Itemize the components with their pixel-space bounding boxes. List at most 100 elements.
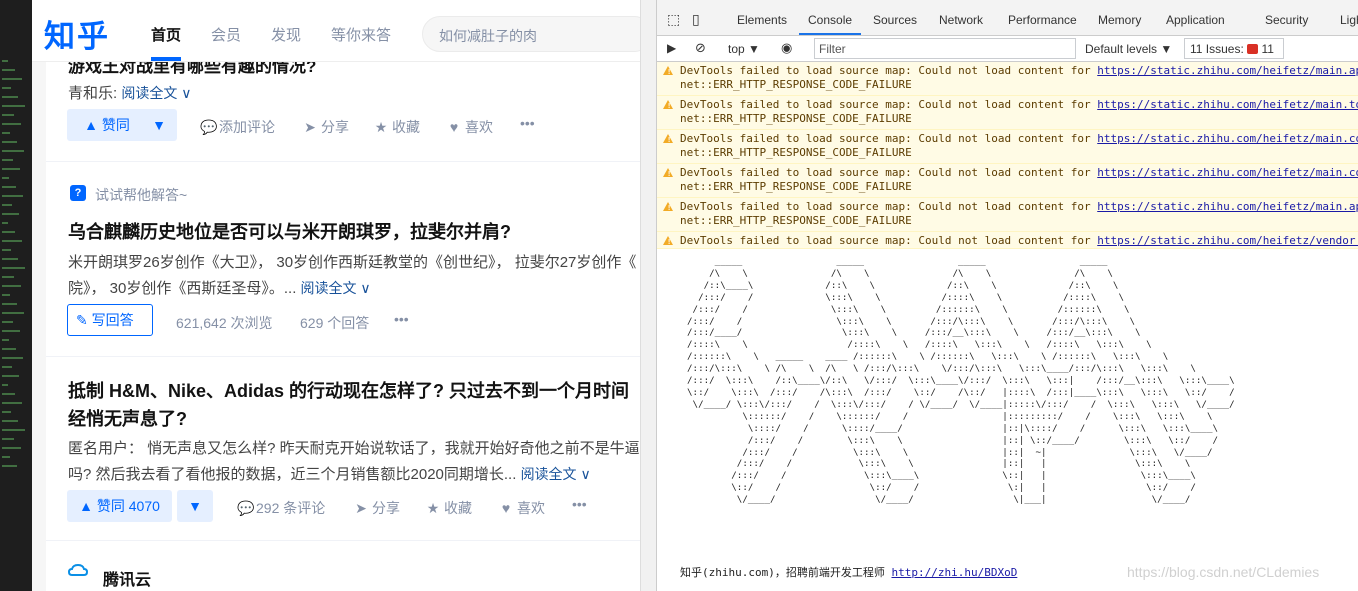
devtools-panel: ⬚ ▯ Elements Console Sources Network Per… (656, 0, 1358, 591)
source-map-link[interactable]: https://static.zhihu.com/heifetz/main.co (1097, 132, 1358, 145)
share-icon: ➤ (304, 119, 316, 135)
downvote-button[interactable]: ▼ (177, 490, 213, 522)
code-line (2, 384, 8, 386)
tab-performance[interactable]: Performance (1008, 13, 1077, 27)
more-icon[interactable]: ••• (572, 496, 587, 512)
collect-button[interactable]: ★ 收藏 (373, 117, 420, 137)
filter-input[interactable]: Filter (814, 38, 1076, 59)
source-map-link[interactable]: https://static.zhihu.com/heifetz/vendor. (1097, 234, 1358, 247)
tab-sources[interactable]: Sources (873, 13, 917, 27)
feed-item2-title[interactable]: 乌合麒麟历史地位是否可以与米开朗琪罗，拉斐尔并肩? (68, 218, 511, 244)
code-line (2, 330, 20, 332)
code-line (2, 267, 25, 269)
log-levels-dropdown[interactable]: Default levels ▼ (1085, 42, 1172, 56)
feed-item3-excerpt-line2[interactable]: 吗? 然后我去看了看他报的数据，近三个月销售额比2020同期增长... 阅读全文… (68, 463, 640, 484)
console-warning[interactable]: ! DevTools failed to load source map: Cou… (657, 130, 1358, 164)
read-all-link[interactable]: 阅读全文 ∨ (301, 280, 371, 296)
feed-item2-excerpt-line2[interactable]: 院》， 30岁创作《西斯廷圣母》。... 阅读全文 ∨ (68, 277, 371, 298)
ascii-art: _____ _____ _____ _____ /\ \ /\ \ /\ \ /… (687, 256, 1235, 506)
console-toolbar: ▶ ⊘ top ▼ ◉ Filter Default levels ▼ 11 I… (657, 36, 1358, 62)
code-line (2, 204, 12, 206)
source-map-link[interactable]: https://static.zhihu.com/heifetz/main.ap… (1097, 64, 1358, 77)
console-warning[interactable]: ! DevTools failed to load source map: Cou… (657, 164, 1358, 198)
active-tab-indicator (799, 33, 861, 35)
add-comment-button[interactable]: 💬 添加评论 (200, 117, 275, 137)
device-toolbar-icon[interactable]: ▯ (692, 11, 700, 28)
share-button[interactable]: ➤ 分享 (302, 117, 349, 137)
code-line (2, 447, 21, 449)
code-line (2, 195, 23, 197)
read-all-link[interactable]: 阅读全文 ∨ (121, 85, 191, 101)
code-line (2, 312, 24, 314)
source-map-link[interactable]: https://static.zhihu.com/heifetz/main.ap (1097, 200, 1358, 213)
feed-item3-title-line2[interactable]: 经悄无声息了? (68, 405, 187, 431)
console-warning[interactable]: ! DevTools failed to load source map: Cou… (657, 96, 1358, 130)
answer-count[interactable]: 629 个回答 (300, 313, 369, 333)
code-line (2, 429, 25, 431)
upvote-button[interactable]: ▲ 赞同 4070 (67, 490, 172, 522)
nav-active-indicator (151, 57, 181, 61)
feed-item2-excerpt-line1[interactable]: 米开朗琪罗26岁创作《大卫》， 30岁创作西斯廷教堂的《创世纪》， 拉斐尔27岁… (68, 251, 640, 272)
view-count: 621,642 次浏览 (176, 315, 273, 331)
console-warning[interactable]: ! DevTools failed to load source map: Cou… (657, 62, 1358, 96)
context-selector[interactable]: top ▼ (728, 42, 760, 56)
question-icon: ? (70, 185, 86, 201)
tab-memory[interactable]: Memory (1098, 13, 1141, 27)
upvote-button[interactable]: ▲ 赞同 (67, 109, 147, 141)
write-answer-button[interactable]: ✎ 写回答 (67, 304, 153, 336)
sidebar-toggle-icon[interactable]: ▶ (667, 41, 676, 55)
tab-network[interactable]: Network (939, 13, 983, 27)
more-icon[interactable]: ••• (520, 115, 535, 131)
downvote-button[interactable]: ▼ (141, 109, 177, 141)
zhihu-logo[interactable]: 知乎 (44, 11, 110, 56)
code-line (2, 96, 18, 98)
feed-item3-title-line1[interactable]: 抵制 H&M、Nike、Adidas 的行动现在怎样了? 只过去不到一个月时间 (68, 377, 640, 403)
code-line (2, 294, 10, 296)
like-button[interactable]: ♥ 喜欢 (446, 117, 493, 137)
search-placeholder: 如何减肚子的肉 (439, 28, 537, 44)
nav-discover[interactable]: 发现 (271, 24, 301, 45)
recruit-link[interactable]: http://zhi.hu/BDXoD (891, 566, 1017, 579)
tab-console[interactable]: Console (808, 13, 852, 27)
feed-item3-excerpt-line1[interactable]: 匿名用户： 悄无声息又怎么样? 昨天耐克开始说软话了，我就开始好奇他之前不是牛逼 (68, 437, 640, 458)
search-input[interactable]: 如何减肚子的肉 (422, 16, 640, 52)
share-button[interactable]: ➤ 分享 (353, 498, 400, 518)
share-icon: ➤ (355, 500, 367, 516)
nav-membership[interactable]: 会员 (211, 24, 241, 45)
divider (46, 540, 640, 541)
feed-item4-source[interactable]: 腾讯云 (103, 566, 151, 590)
source-map-link[interactable]: https://static.zhihu.com/heifetz/main.to (1097, 98, 1358, 111)
divider (46, 161, 640, 162)
clear-console-icon[interactable]: ⊘ (695, 40, 706, 56)
feed-item1-excerpt: 青和乐: 阅读全文 ∨ (68, 82, 191, 103)
code-line (2, 78, 22, 80)
code-line (2, 132, 10, 134)
code-line (2, 240, 22, 242)
eye-icon[interactable]: ◉ (781, 40, 792, 56)
issues-button[interactable]: 11 Issues: 11 (1184, 38, 1284, 59)
tab-elements[interactable]: Elements (737, 13, 787, 27)
tab-lighthouse[interactable]: Lighth (1340, 13, 1358, 27)
inspect-element-icon[interactable]: ⬚ (667, 11, 680, 28)
like-button[interactable]: ♥ 喜欢 (498, 498, 545, 518)
more-icon[interactable]: ••• (394, 311, 409, 327)
code-line (2, 159, 13, 161)
code-line (2, 213, 19, 215)
nav-waiting-answers[interactable]: 等你来答 (331, 24, 391, 45)
comments-button[interactable]: 💬 292 条评论 (237, 498, 325, 518)
console-warning[interactable]: ! DevTools failed to load source map: Cou… (657, 198, 1358, 232)
collect-button[interactable]: ★ 收藏 (425, 498, 472, 518)
nav-home[interactable]: 首页 (151, 24, 181, 45)
read-all-link[interactable]: 阅读全文 ∨ (521, 466, 591, 482)
console-warning[interactable]: ! DevTools failed to load source map: Cou… (657, 232, 1358, 249)
code-line (2, 366, 12, 368)
code-line (2, 465, 17, 467)
console-log-message: 知乎(zhihu.com)，招聘前端开发工程师 http://zhi.hu/BD… (680, 566, 1018, 579)
code-line (2, 375, 19, 377)
tab-application[interactable]: Application (1166, 13, 1225, 27)
star-icon: ★ (426, 500, 440, 516)
tab-security[interactable]: Security (1265, 13, 1308, 27)
source-map-link[interactable]: https://static.zhihu.com/heifetz/main.co (1097, 166, 1358, 179)
author-name[interactable]: 青和乐: (68, 85, 117, 102)
warning-icon: ! (663, 202, 673, 212)
